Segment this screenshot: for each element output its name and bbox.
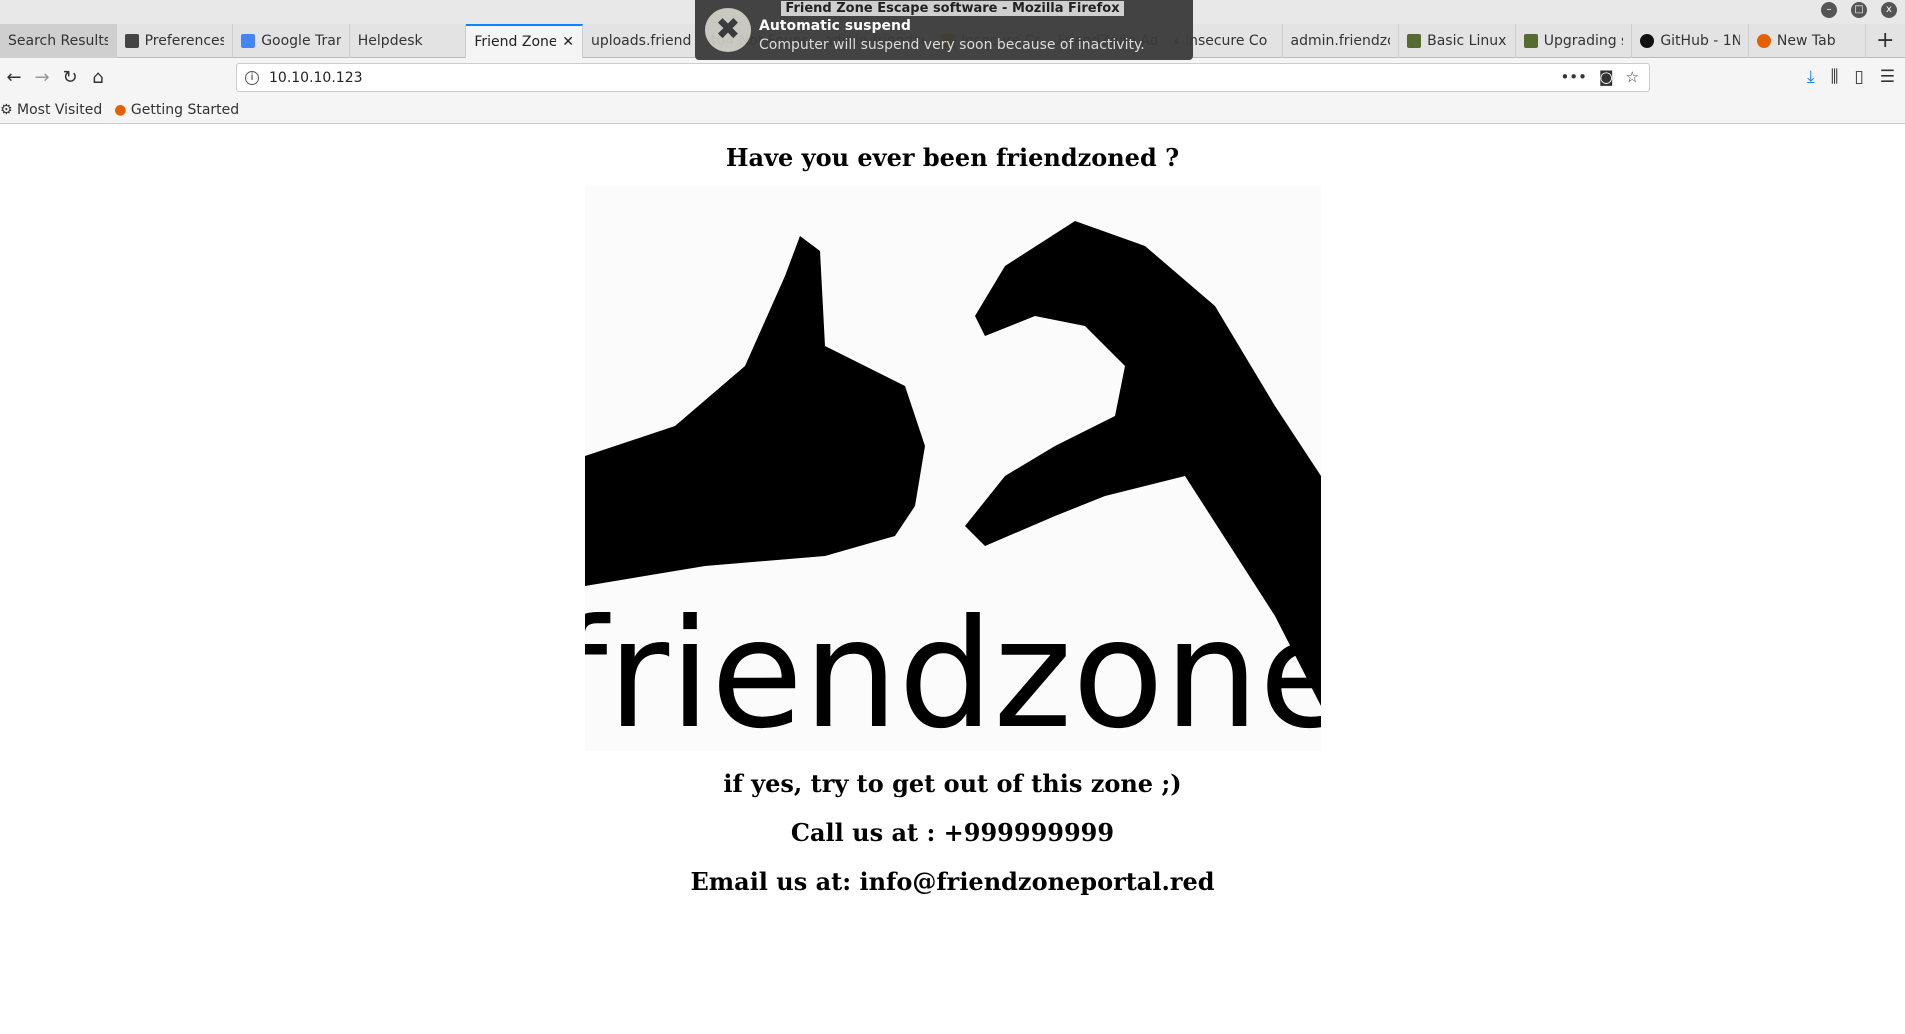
page-heading: Have you ever been friendzoned ? — [725, 143, 1180, 172]
page-content: Have you ever been friendzoned ? friendz… — [0, 125, 1905, 898]
tab-label: Preferences — [144, 33, 225, 49]
tab-label: Basic Linux — [1427, 33, 1507, 49]
bookmark-star-icon[interactable]: ☆ — [1626, 68, 1639, 86]
tab-label: Insecure Co — [1184, 33, 1268, 49]
logo-text: friendzone — [585, 588, 1321, 751]
google-translate-icon — [241, 34, 256, 48]
tab-label: Search Results — [8, 33, 108, 49]
page-actions-icon[interactable]: ••• — [1560, 68, 1587, 86]
close-tab-icon[interactable]: ✕ — [562, 34, 574, 50]
tab-label: Helpdesk — [357, 33, 423, 49]
maximize-button[interactable]: □ — [1851, 2, 1867, 18]
info-icon[interactable]: i — [245, 70, 259, 85]
bookmark-label: Most Visited — [17, 101, 103, 118]
github-icon — [1640, 34, 1655, 48]
close-x-icon: ✖ — [705, 8, 751, 52]
tab-label: Upgrading s — [1543, 33, 1624, 49]
menu-icon[interactable]: ☰ — [1880, 67, 1895, 87]
minimize-button[interactable]: – — [1821, 2, 1837, 18]
tagline: if yes, try to get out of this zone ;) — [723, 769, 1182, 798]
image-icon — [1407, 34, 1422, 48]
url-bar[interactable]: i 10.10.10.123 ••• ◙ ☆ — [236, 63, 1650, 92]
tab-0[interactable]: Search Results — [0, 24, 117, 58]
firefox-icon: ● — [114, 101, 127, 118]
suspend-notification[interactable]: ✖ Automatic suspend Computer will suspen… — [695, 0, 1193, 60]
tab-11[interactable]: admin.friendzone — [1283, 24, 1400, 58]
tab-label: Friend Zone — [474, 34, 557, 50]
friendzone-logo: friendzone — [584, 186, 1321, 751]
tab-14[interactable]: GitHub - 1N — [1632, 24, 1749, 58]
bookmark-getting-started[interactable]: ● Getting Started — [114, 102, 239, 118]
tab-label: GitHub - 1N — [1660, 33, 1740, 49]
library-icon[interactable]: ⫼ — [1831, 67, 1839, 87]
tab-15[interactable]: New Tab — [1749, 24, 1866, 58]
tab-label: Google Translate — [261, 33, 341, 49]
bookmark-most-visited[interactable]: ⚙ Most Visited — [0, 102, 102, 118]
home-button[interactable]: ⌂ — [84, 67, 112, 88]
downloads-icon[interactable]: ⤓ — [1807, 67, 1815, 87]
tab-label: uploads.friendzone — [590, 33, 691, 49]
url-text[interactable]: 10.10.10.123 — [269, 70, 363, 86]
notification-message: Computer will suspend very soon because … — [759, 37, 1145, 53]
tab-label: New Tab — [1776, 33, 1836, 49]
forward-button[interactable]: → — [28, 67, 56, 88]
tab-label: admin.friendzone — [1290, 33, 1391, 49]
tab-5[interactable]: uploads.friendzone — [583, 24, 700, 58]
firefox-icon — [1756, 34, 1771, 48]
gear-icon — [124, 34, 139, 48]
tab-13[interactable]: Upgrading s — [1516, 24, 1633, 58]
notification-title: Automatic suspend — [759, 18, 911, 34]
email-line: Email us at: info@friendzoneportal.red — [690, 867, 1215, 896]
phone-line: Call us at : +999999999 — [790, 818, 1115, 847]
navigation-bar: ← → ↻ ⌂ i 10.10.10.123 ••• ◙ ☆ ⤓ ⫼ ▯ ☰ — [0, 58, 1905, 96]
reload-button[interactable]: ↻ — [56, 67, 84, 88]
close-window-button[interactable]: x — [1881, 2, 1897, 18]
pocket-icon[interactable]: ◙ — [1599, 68, 1614, 86]
tab-1[interactable]: Preferences — [117, 24, 234, 58]
tab-3[interactable]: Helpdesk — [350, 24, 467, 58]
new-tab-button[interactable]: + — [1866, 24, 1905, 57]
tab-12[interactable]: Basic Linux — [1399, 24, 1516, 58]
tab-2[interactable]: Google Translate — [233, 24, 350, 58]
bookmarks-toolbar: ⚙ Most Visited ● Getting Started — [0, 96, 1905, 124]
back-button[interactable]: ← — [0, 67, 28, 88]
image-icon — [1523, 34, 1538, 48]
tab-4[interactable]: Friend Zone ✕ — [466, 24, 583, 58]
sidebar-icon[interactable]: ▯ — [1854, 67, 1863, 87]
bookmark-label: Getting Started — [130, 101, 240, 118]
